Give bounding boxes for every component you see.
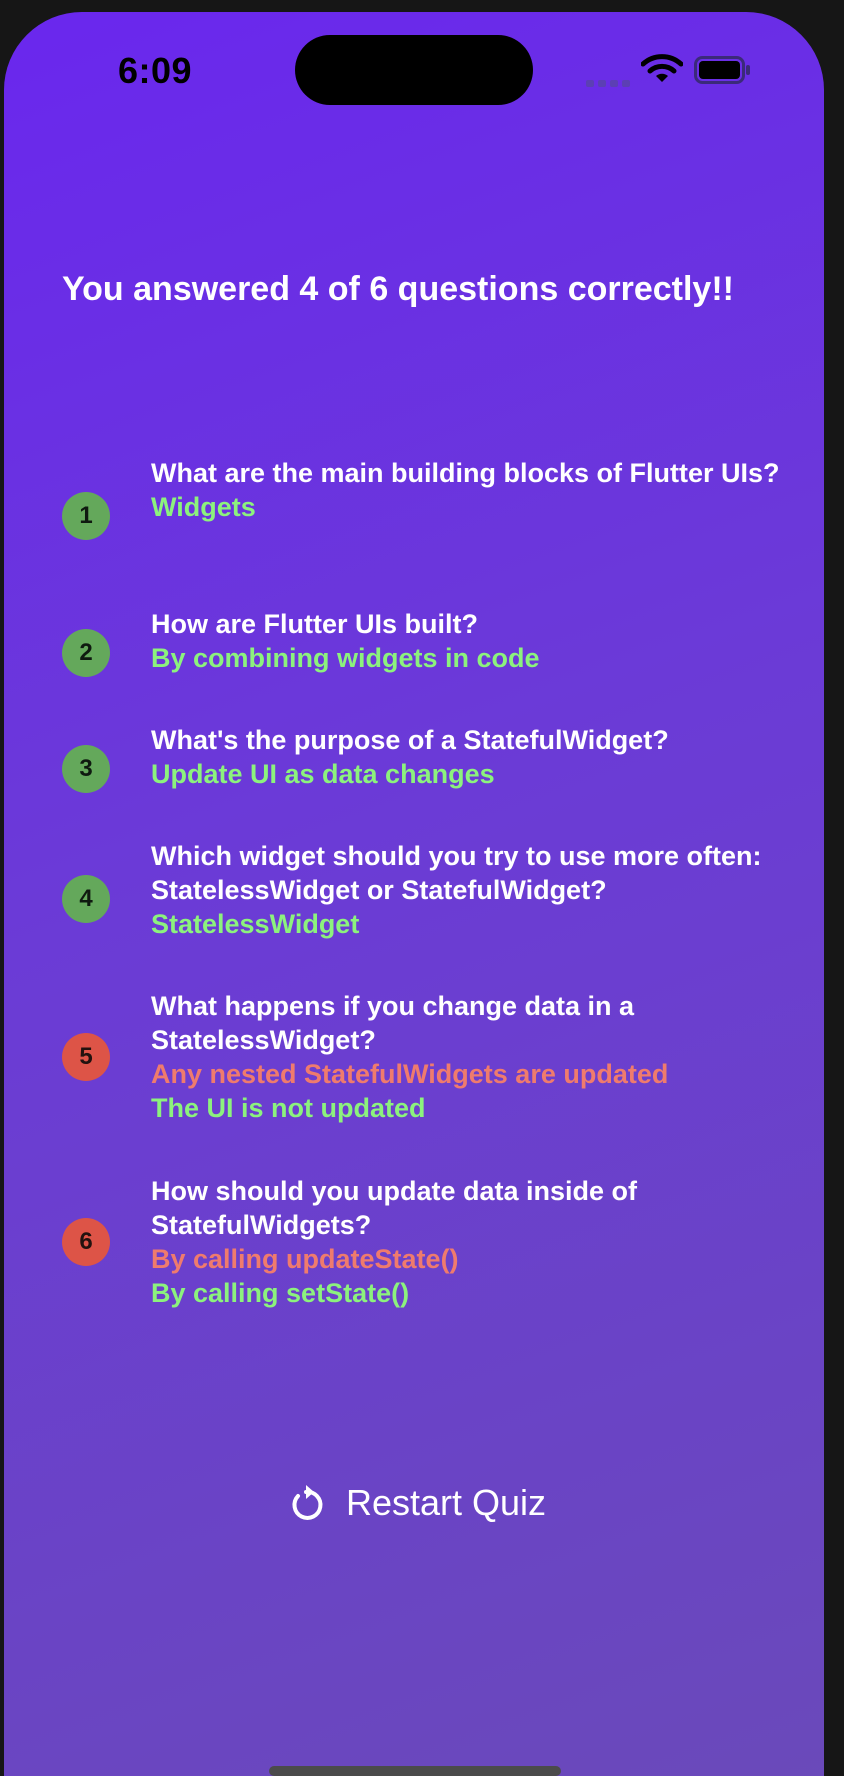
restart-quiz-button[interactable]: Restart Quiz [286,1478,546,1528]
question-text: Which widget should you try to use more … [151,841,762,905]
restart-quiz-label: Restart Quiz [346,1482,547,1523]
summary-item-text: What are the main building blocks of Flu… [151,456,791,524]
question-text: How should you update data inside of Sta… [151,1176,638,1240]
summary-item-text: What's the purpose of a StatefulWidget? … [151,723,791,791]
restart-icon [292,1485,323,1520]
question-index-badge: 3 [62,745,110,793]
correct-answer-text: By combining widgets in code [151,643,540,673]
summary-item-text: How are Flutter UIs built? By combining … [151,607,791,675]
question-index-badge: 6 [62,1218,110,1266]
question-text: What's the purpose of a StatefulWidget? [151,725,669,755]
question-text: What happens if you change data in a Sta… [151,991,635,1055]
question-index-badge: 2 [62,629,110,677]
correct-answer-text: Update UI as data changes [151,759,495,789]
summary-item: 1 What are the main building blocks of F… [62,456,782,556]
correct-answer-text: By calling setState() [151,1278,410,1308]
summary-item-text: What happens if you change data in a Sta… [151,989,791,1125]
phone-frame: 6:09 You answered 4 of 6 questions corre… [0,0,844,1776]
status-time: 6:09 [118,50,193,91]
summary-item: 6 How should you update data inside of S… [62,1174,782,1310]
home-indicator[interactable] [269,1766,561,1776]
summary-item: 4 Which widget should you try to use mor… [62,839,782,939]
user-answer-text: Any nested StatefulWidgets are updated [151,1059,669,1089]
summary-item: 5 What happens if you change data in a S… [62,989,782,1125]
correct-answer-text: The UI is not updated [151,1093,426,1123]
correct-answer-text: Widgets [151,492,256,522]
question-index-badge: 5 [62,1033,110,1081]
question-index-badge: 4 [62,875,110,923]
question-text: How are Flutter UIs built? [151,609,479,639]
dynamic-island [295,35,533,105]
results-headline: You answered 4 of 6 questions correctly!… [62,270,734,308]
app-screen: 6:09 You answered 4 of 6 questions corre… [4,12,824,1776]
summary-item-text: Which widget should you try to use more … [151,839,791,941]
correct-answer-text: StatelessWidget [151,909,360,939]
question-index-badge: 1 [62,492,110,540]
question-text: What are the main building blocks of Flu… [151,458,780,488]
battery-icon [694,56,750,84]
summary-item-text: How should you update data inside of Sta… [151,1174,791,1310]
summary-item: 3 What's the purpose of a StatefulWidget… [62,723,782,793]
user-answer-text: By calling updateState() [151,1244,459,1274]
summary-item: 2 How are Flutter UIs built? By combinin… [62,607,782,677]
wifi-icon [641,54,683,82]
signal-icon [586,80,630,87]
